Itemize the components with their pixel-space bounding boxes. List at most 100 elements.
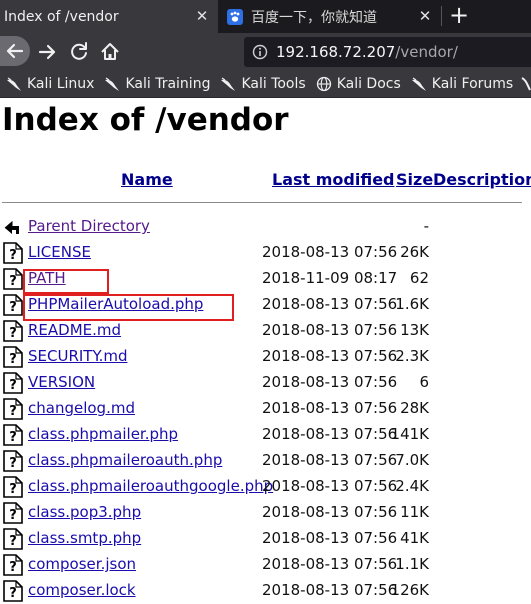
kali-dragon-icon bbox=[411, 77, 426, 91]
file-row: ? composer.lock 2018-08-13 07:56 126K bbox=[0, 578, 531, 604]
file-size: 41K bbox=[400, 529, 429, 547]
file-date: 2018-08-13 07:56 bbox=[262, 451, 398, 469]
svg-text:?: ? bbox=[9, 378, 17, 393]
close-tab-icon[interactable]: ✕ bbox=[194, 8, 210, 24]
file-size: 62 bbox=[409, 269, 429, 287]
unknown-file-icon: ? bbox=[3, 580, 23, 602]
file-row: ? SECURITY.md 2018-08-13 07:56 2.3K bbox=[0, 344, 531, 370]
file-date: 2018-11-09 08:17 bbox=[262, 269, 398, 287]
tab-title: 百度一下，你就知道 bbox=[251, 9, 377, 26]
file-size: 11K bbox=[400, 503, 429, 521]
file-link[interactable]: class.phpmailer.php bbox=[28, 425, 178, 443]
file-date: 2018-08-13 07:56 bbox=[262, 399, 398, 417]
header-divider bbox=[2, 202, 522, 203]
tab-bar: Index of /vendor ✕ 百度一下，你就知道 ✕ + bbox=[0, 0, 531, 33]
file-link[interactable]: class.pop3.php bbox=[28, 503, 141, 521]
file-row: ? PATH 2018-11-09 08:17 62 bbox=[0, 266, 531, 292]
kali-dragon-icon bbox=[221, 77, 236, 91]
unknown-file-icon: ? bbox=[3, 398, 23, 420]
file-size: 2.3K bbox=[395, 347, 429, 365]
file-link[interactable]: class.phpmaileroauth.php bbox=[28, 451, 222, 469]
svg-text:?: ? bbox=[9, 404, 17, 419]
file-date: 2018-08-13 07:56 bbox=[262, 243, 398, 261]
file-date: 2018-08-13 07:56 bbox=[262, 581, 398, 599]
bookmarks-overflow-icon[interactable] bbox=[521, 76, 531, 92]
file-row: ? changelog.md 2018-08-13 07:56 28K bbox=[0, 396, 531, 422]
file-size: 7.0K bbox=[395, 451, 429, 469]
svg-text:?: ? bbox=[9, 248, 17, 263]
file-row: ? class.phpmailer.php 2018-08-13 07:56 141K bbox=[0, 422, 531, 448]
bookmark-kali-tools[interactable]: Kali Tools bbox=[220, 76, 306, 92]
file-link[interactable]: VERSION bbox=[28, 373, 95, 391]
file-row: ? class.phpmaileroauthgoogle.php 2018-08-1… bbox=[0, 474, 531, 500]
svg-text:?: ? bbox=[9, 352, 17, 367]
column-header-name[interactable]: Name bbox=[121, 170, 173, 189]
file-link[interactable]: PHPMailerAutoload.php bbox=[28, 295, 203, 313]
back-arrow-icon bbox=[6, 43, 24, 59]
file-size: 2.4K bbox=[395, 477, 429, 495]
file-date: 2018-08-13 07:56 bbox=[262, 425, 398, 443]
file-size: 13K bbox=[400, 321, 429, 339]
file-date: 2018-08-13 07:56 bbox=[262, 529, 398, 547]
bookmarks-toolbar: Kali Linux Kali Training Kali Tools Kali Do… bbox=[0, 71, 531, 98]
file-link[interactable]: composer.json bbox=[28, 555, 136, 573]
file-link[interactable]: Parent Directory bbox=[28, 217, 150, 235]
bookmark-label: Kali Tools bbox=[241, 76, 306, 92]
unknown-file-icon: ? bbox=[3, 424, 23, 446]
forward-arrow-icon[interactable] bbox=[34, 38, 62, 66]
svg-text:?: ? bbox=[9, 274, 17, 289]
close-tab-icon[interactable]: ✕ bbox=[417, 8, 433, 24]
back-arrow-icon bbox=[4, 220, 19, 234]
file-size: 1.6K bbox=[395, 295, 429, 313]
file-date: 2018-08-13 07:56 bbox=[262, 373, 398, 391]
url-path: /vendor/ bbox=[395, 43, 458, 61]
site-info-icon[interactable] bbox=[252, 44, 268, 60]
svg-text:?: ? bbox=[9, 326, 17, 341]
url-bar[interactable]: 192.168.72.207/vendor/ bbox=[244, 37, 531, 67]
bookmark-kali-training[interactable]: Kali Training bbox=[104, 76, 210, 92]
file-size: - bbox=[423, 217, 429, 235]
tab-index-vendor[interactable]: Index of /vendor ✕ bbox=[0, 0, 218, 33]
column-header-description[interactable]: Description bbox=[433, 170, 531, 189]
unknown-file-icon: ? bbox=[3, 502, 23, 524]
file-date: 2018-08-13 07:56 bbox=[262, 295, 398, 313]
bookmark-label: Kali Docs bbox=[336, 76, 401, 92]
file-link[interactable]: class.phpmaileroauthgoogle.php bbox=[28, 477, 273, 495]
file-row: ? PHPMailerAutoload.php 2018-08-13 07:56 1.… bbox=[0, 292, 531, 318]
file-link[interactable]: changelog.md bbox=[28, 399, 135, 417]
file-size: 28K bbox=[400, 399, 429, 417]
unknown-file-icon: ? bbox=[3, 372, 23, 394]
column-header-last-modified[interactable]: Last modified bbox=[272, 170, 395, 189]
bookmark-kali-forums[interactable]: Kali Forums bbox=[411, 76, 513, 92]
unknown-file-icon: ? bbox=[3, 242, 23, 264]
unknown-file-icon: ? bbox=[3, 294, 23, 316]
file-size: 1.1K bbox=[395, 555, 429, 573]
bookmark-kali-linux[interactable]: Kali Linux bbox=[6, 76, 94, 92]
file-size: 141K bbox=[390, 425, 429, 443]
bookmark-kali-docs[interactable]: Kali Docs bbox=[316, 76, 401, 92]
home-icon[interactable] bbox=[96, 38, 124, 66]
svg-text:?: ? bbox=[9, 300, 17, 315]
file-date: 2018-08-13 07:56 bbox=[262, 321, 398, 339]
file-link[interactable]: README.md bbox=[28, 321, 121, 339]
file-row: ? class.smtp.php 2018-08-13 07:56 41K bbox=[0, 526, 531, 552]
page-title: Index of /vendor bbox=[2, 102, 289, 138]
tab-separator bbox=[441, 6, 442, 26]
new-tab-plus-icon[interactable]: + bbox=[445, 2, 473, 30]
url-text: 192.168.72.207/vendor/ bbox=[276, 43, 458, 61]
column-header-size[interactable]: Size bbox=[396, 170, 433, 189]
back-button[interactable] bbox=[0, 36, 30, 66]
file-link[interactable]: class.smtp.php bbox=[28, 529, 141, 547]
globe-icon bbox=[316, 76, 331, 92]
baidu-paw-icon bbox=[227, 8, 243, 25]
file-link[interactable]: PATH bbox=[28, 269, 66, 287]
tab-baidu[interactable]: 百度一下，你就知道 ✕ bbox=[219, 0, 441, 33]
file-row: ? composer.json 2018-08-13 07:56 1.1K bbox=[0, 552, 531, 578]
file-link[interactable]: LICENSE bbox=[28, 243, 91, 261]
reload-icon[interactable] bbox=[65, 38, 93, 66]
file-link[interactable]: SECURITY.md bbox=[28, 347, 128, 365]
file-date: 2018-08-13 07:56 bbox=[262, 477, 398, 495]
svg-text:?: ? bbox=[9, 456, 17, 471]
unknown-file-icon: ? bbox=[3, 320, 23, 342]
file-link[interactable]: composer.lock bbox=[28, 581, 136, 599]
